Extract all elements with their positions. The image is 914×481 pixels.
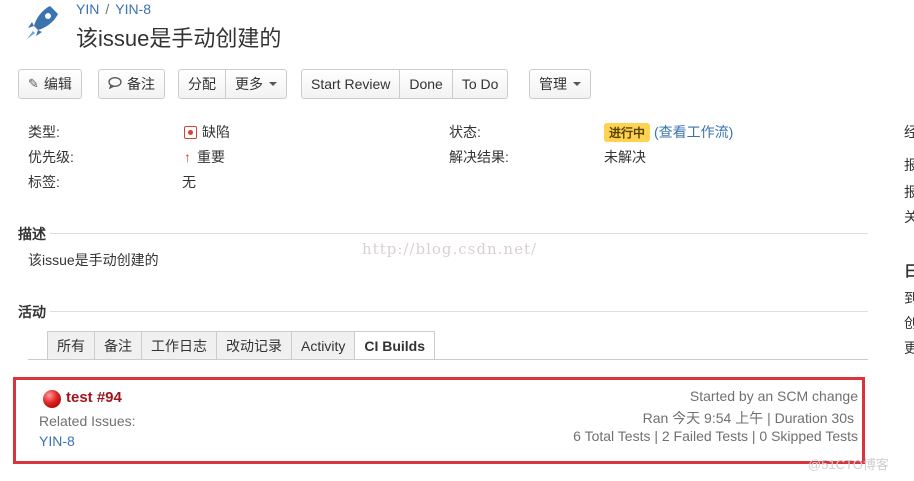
right-panel-text: 创 [904, 315, 914, 331]
comment-button[interactable]: 备注 [99, 70, 164, 98]
build-trigger-text: Started by an SCM change [689, 388, 858, 404]
priority-value-text: 重要 [197, 149, 225, 165]
arrow-up-icon: ↑ [184, 149, 191, 165]
more-button[interactable]: 更多 [225, 70, 286, 98]
pencil-icon: ✎ [28, 76, 39, 91]
admin-button[interactable]: 管理 [530, 70, 590, 98]
build-title-link[interactable]: test #94 [66, 389, 122, 406]
status-label: 状态: [449, 124, 481, 140]
resolution-value: 未解决 [604, 149, 646, 165]
related-issues-label: Related Issues: [39, 413, 136, 429]
related-issue-link[interactable]: YIN-8 [39, 433, 75, 449]
right-panel-text: 到 [904, 290, 914, 306]
edit-button-label: 编辑 [43, 76, 72, 92]
build-test-summary: 6 Total Tests | 2 Failed Tests | 0 Skipp… [573, 428, 858, 444]
workflow-group: Start Review Done To Do [301, 69, 509, 99]
tab-ci-builds[interactable]: CI Builds [354, 331, 436, 360]
labels-value: 无 [182, 174, 196, 190]
build-status-failed-icon [43, 390, 61, 408]
right-panel-text: 关 [904, 209, 914, 225]
edit-button[interactable]: ✎ 编辑 [19, 70, 81, 98]
breadcrumb: YIN / YIN-8 [76, 1, 151, 17]
activity-tabs: 所有 备注 工作日志 改动记录 Activity CI Builds [47, 331, 436, 360]
priority-value: ↑ 重要 [184, 147, 225, 167]
comment-group: 备注 [98, 69, 165, 99]
status-value: 进行中 (查看工作流) [604, 122, 733, 142]
issue-toolbar: ✎ 编辑 备注 分配 更多 Start Review Done To Do 管理 [18, 69, 898, 100]
more-button-label: 更多 [235, 76, 263, 92]
description-heading[interactable]: 描述 [18, 224, 46, 244]
done-button[interactable]: Done [399, 70, 451, 98]
tab-comments[interactable]: 备注 [94, 331, 141, 360]
right-panel-heading: 日 [904, 263, 914, 280]
ci-build-entry: test #94 Related Issues: YIN-8 Started b… [13, 377, 865, 464]
admin-button-label: 管理 [539, 76, 567, 92]
activity-heading[interactable]: 活动 [18, 302, 46, 322]
priority-label: 优先级: [28, 149, 74, 165]
comment-button-label: 备注 [127, 76, 155, 92]
right-panel-text: 更 [904, 340, 914, 356]
tabs-baseline [28, 359, 868, 360]
breadcrumb-separator: / [105, 1, 110, 17]
right-panel-text: 经 [904, 124, 914, 140]
right-panel-text: 报 [904, 184, 914, 200]
assign-button[interactable]: 分配 [179, 70, 225, 98]
breadcrumb-project-link[interactable]: YIN [76, 1, 99, 17]
watermark-text: http://blog.csdn.net/ [362, 240, 538, 258]
tab-all[interactable]: 所有 [47, 331, 94, 360]
speech-bubble-icon [108, 76, 122, 92]
type-value: 缺陷 [184, 122, 230, 142]
type-value-text: 缺陷 [202, 124, 230, 140]
page-title: 该issue是手动创建的 [76, 26, 282, 51]
issue-header: YIN / YIN-8 该issue是手动创建的 [20, 0, 900, 56]
view-workflow-link[interactable]: (查看工作流) [654, 122, 733, 142]
resolution-label: 解决结果: [449, 149, 509, 165]
activity-divider [50, 311, 868, 312]
tab-activity[interactable]: Activity [291, 331, 355, 360]
corner-watermark: @51CTO博客 [808, 457, 889, 472]
assign-more-group: 分配 更多 [178, 69, 287, 99]
project-avatar[interactable] [20, 2, 62, 44]
issue-details: 类型: 缺陷 优先级: ↑ 重要 标签: 无 状态: 进行中 (查看工作流) 解… [0, 120, 900, 200]
chevron-down-icon [573, 82, 581, 86]
tab-worklog[interactable]: 工作日志 [141, 331, 216, 360]
build-run-info: Ran 今天 9:54 上午 | Duration 30s [642, 410, 854, 426]
edit-group: ✎ 编辑 [18, 69, 82, 99]
status-badge: 进行中 [604, 122, 651, 142]
type-label: 类型: [28, 124, 60, 140]
admin-group: 管理 [529, 69, 591, 99]
description-divider [50, 233, 868, 234]
right-panel-text: 报 [904, 157, 914, 173]
breadcrumb-issue-link[interactable]: YIN-8 [115, 1, 151, 17]
description-text: 该issue是手动创建的 [28, 252, 159, 268]
chevron-down-icon [269, 82, 277, 86]
todo-button[interactable]: To Do [451, 70, 508, 98]
bug-icon [184, 125, 197, 139]
tab-history[interactable]: 改动记录 [216, 331, 291, 360]
start-review-button[interactable]: Start Review [302, 70, 399, 98]
labels-label: 标签: [28, 174, 60, 190]
